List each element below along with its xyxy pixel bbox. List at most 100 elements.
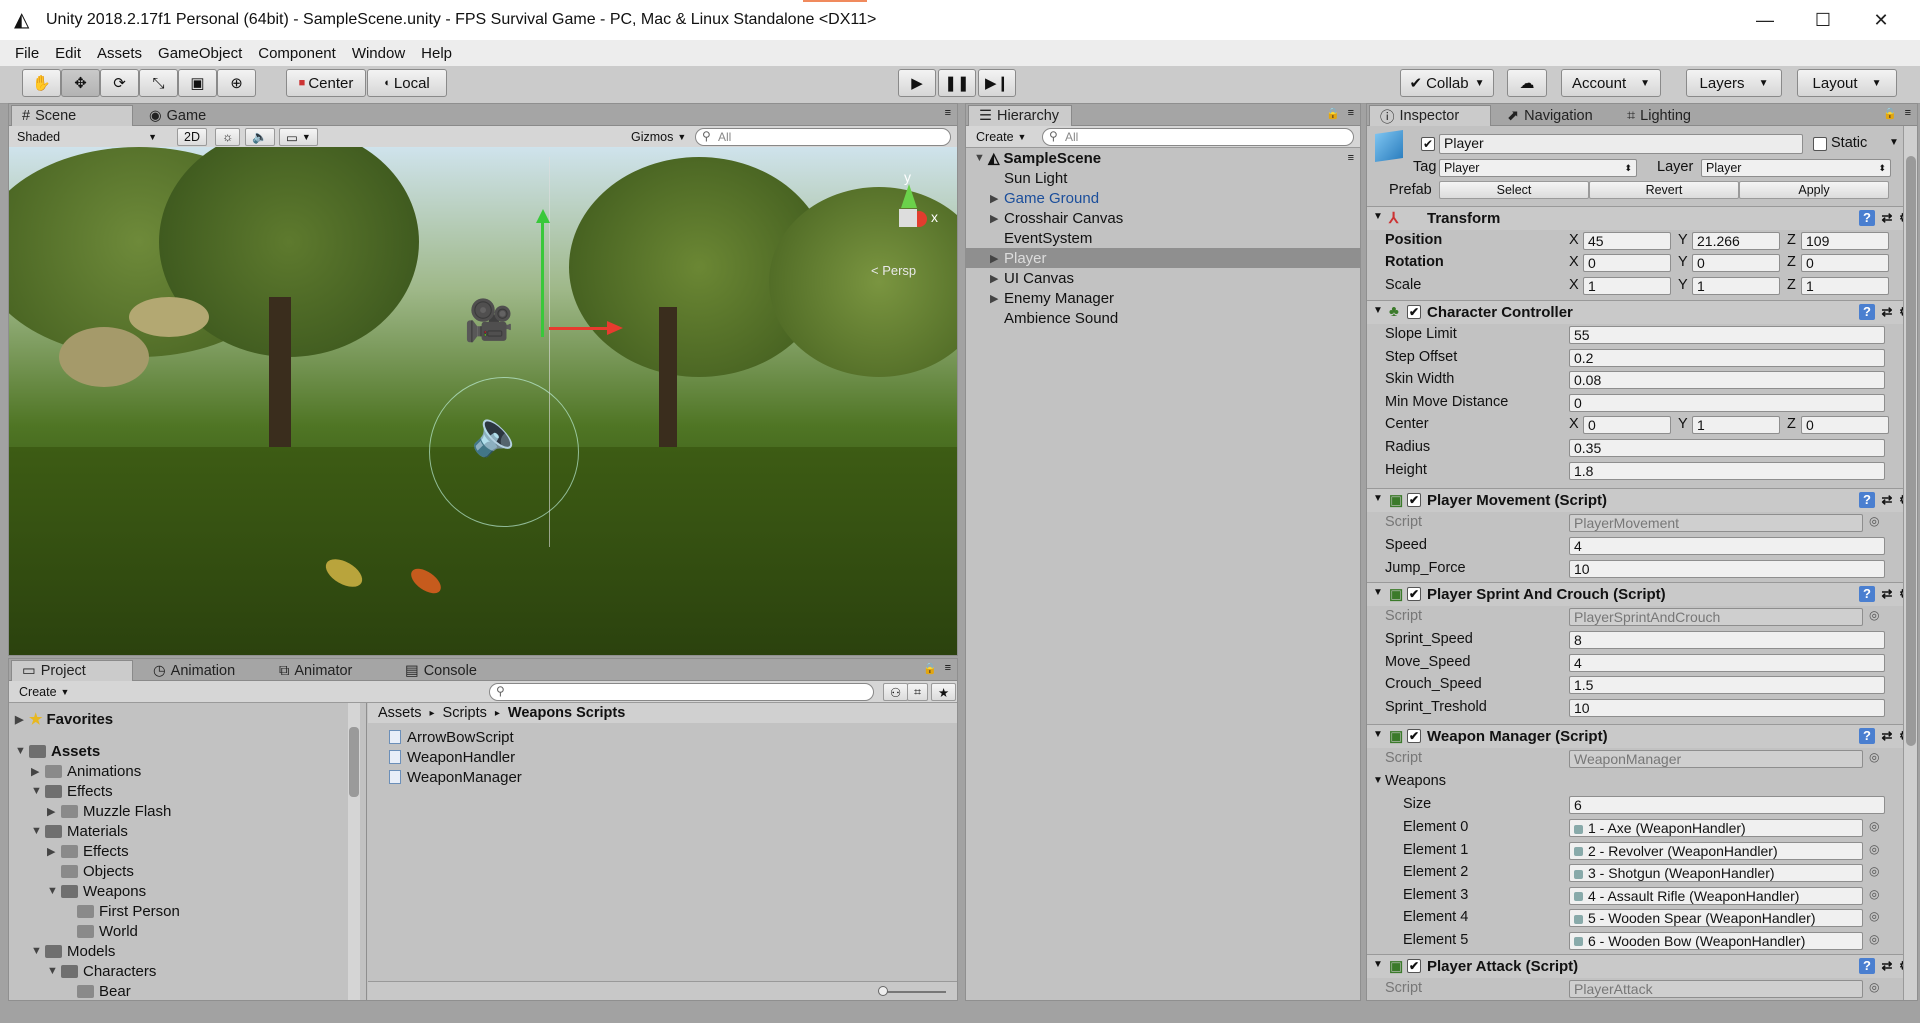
- scene-search-input[interactable]: ⚲ All: [695, 128, 951, 146]
- breadcrumb-weapons-scripts[interactable]: Weapons Scripts: [508, 705, 625, 721]
- lighting-toggle[interactable]: ☼: [215, 128, 241, 146]
- asset-file-item[interactable]: WeaponManager: [389, 767, 522, 787]
- object-picker-icon[interactable]: ◎: [1869, 750, 1879, 764]
- expand-arrow-icon[interactable]: ▼: [31, 825, 45, 837]
- vector-component-field[interactable]: 1: [1583, 277, 1671, 295]
- expand-arrow-icon[interactable]: ▼: [974, 152, 988, 164]
- component-header[interactable]: ▼♣✔Character Controller?⇄⚙: [1367, 300, 1917, 324]
- object-picker-icon[interactable]: ◎: [1869, 819, 1879, 833]
- hierarchy-item[interactable]: ▶ Player: [966, 248, 1360, 268]
- object-picker-icon[interactable]: ◎: [1869, 932, 1879, 946]
- object-picker-icon[interactable]: ◎: [1869, 842, 1879, 856]
- menu-assets[interactable]: Assets: [97, 45, 142, 62]
- component-enabled-checkbox[interactable]: ✔: [1407, 959, 1421, 973]
- expand-arrow-icon[interactable]: ▼: [47, 885, 61, 897]
- pause-button[interactable]: ❚❚: [938, 69, 976, 97]
- value-field[interactable]: 1.8: [1569, 461, 1885, 480]
- vector-component-field[interactable]: 1: [1801, 277, 1889, 295]
- hierarchy-item[interactable]: EventSystem: [966, 228, 1360, 248]
- preset-icon[interactable]: ⇄: [1879, 958, 1895, 974]
- value-field[interactable]: 0.08: [1569, 371, 1885, 389]
- object-reference-field[interactable]: 6 - Wooden Bow (WeaponHandler): [1569, 931, 1863, 950]
- folder-tree-item[interactable]: ▼ Materials: [31, 821, 128, 841]
- folder-tree-item[interactable]: ▶ Animations: [31, 761, 141, 781]
- folder-tree-item[interactable]: ▶ Effects: [47, 841, 129, 861]
- tag-dropdown[interactable]: Player ⬍: [1439, 159, 1637, 177]
- folder-tree-item[interactable]: ▶ Muzzle Flash: [47, 801, 171, 821]
- tab-navigation[interactable]: ⬈ Navigation: [1497, 105, 1603, 126]
- breadcrumb-assets[interactable]: Assets: [378, 705, 422, 721]
- lock-icon[interactable]: 🔒: [1326, 107, 1340, 120]
- object-reference-field[interactable]: 3 - Shotgun (WeaponHandler): [1569, 864, 1863, 882]
- fold-arrow-icon[interactable]: ▼: [1373, 959, 1383, 970]
- tab-console[interactable]: ▤ Console: [395, 660, 487, 681]
- expand-arrow-icon[interactable]: ▼: [15, 745, 29, 757]
- breadcrumb-scripts[interactable]: Scripts: [443, 705, 487, 721]
- component-enabled-checkbox[interactable]: ✔: [1407, 729, 1421, 743]
- maximize-button[interactable]: ☐: [1794, 0, 1852, 40]
- expand-arrow-icon[interactable]: ▶: [990, 292, 1004, 305]
- expand-arrow-icon[interactable]: ▶: [47, 845, 61, 858]
- lock-icon[interactable]: 🔒: [1883, 107, 1897, 120]
- preset-icon[interactable]: ⇄: [1879, 210, 1895, 226]
- tree-scrollbar[interactable]: [348, 703, 360, 1000]
- vector-component-field[interactable]: 0: [1801, 416, 1889, 434]
- value-field[interactable]: 10: [1569, 698, 1885, 717]
- layer-dropdown[interactable]: Player ⬍: [1701, 159, 1891, 177]
- scene-orientation-gizmo[interactable]: y x: [871, 169, 941, 249]
- value-field[interactable]: 0.2: [1569, 348, 1885, 367]
- folder-tree-item[interactable]: First Person: [63, 901, 180, 921]
- vector-component-field[interactable]: 21.266: [1692, 232, 1780, 250]
- hierarchy-item[interactable]: ▶ Enemy Manager: [966, 288, 1360, 308]
- vector-component-field[interactable]: 0: [1583, 416, 1671, 434]
- value-field[interactable]: 55: [1569, 326, 1885, 344]
- object-reference-field[interactable]: 5 - Wooden Spear (WeaponHandler): [1569, 909, 1863, 927]
- layers-dropdown[interactable]: Layers ▼: [1686, 69, 1782, 97]
- hierarchy-item[interactable]: ▶ UI Canvas: [966, 268, 1360, 288]
- fold-arrow-icon[interactable]: ▼: [1373, 305, 1383, 316]
- filter-type-button[interactable]: ⚇: [883, 683, 909, 701]
- tab-game[interactable]: ◉ Game: [139, 105, 216, 126]
- expand-arrow-icon[interactable]: ▼: [47, 965, 61, 977]
- project-search-input[interactable]: ⚲: [489, 683, 874, 701]
- prefab-apply-button[interactable]: Apply: [1739, 181, 1889, 199]
- panel-menu-icon[interactable]: ≡: [945, 662, 951, 674]
- tab-inspector[interactable]: ⓘ Inspector: [1369, 105, 1491, 126]
- expand-arrow-icon[interactable]: ▼: [31, 785, 45, 797]
- audio-source-gizmo-icon[interactable]: 🔈: [471, 407, 526, 459]
- camera-gizmo-icon[interactable]: 🎥: [464, 297, 514, 344]
- move-tool-button[interactable]: ✥: [61, 69, 100, 97]
- component-header[interactable]: ▼▣✔Player Sprint And Crouch (Script)?⇄⚙: [1367, 582, 1917, 606]
- preset-icon[interactable]: ⇄: [1879, 492, 1895, 508]
- shading-mode-dropdown[interactable]: Shaded ▼: [11, 128, 163, 146]
- menu-component[interactable]: Component: [258, 45, 336, 62]
- object-picker-icon[interactable]: ◎: [1869, 864, 1879, 878]
- component-enabled-checkbox[interactable]: ✔: [1407, 305, 1421, 319]
- value-field[interactable]: 0.35: [1569, 439, 1885, 457]
- gizmo-center-cube[interactable]: [899, 209, 917, 227]
- audio-toggle[interactable]: 🔈: [245, 128, 275, 146]
- folder-tree-item[interactable]: Objects: [47, 861, 134, 881]
- help-icon[interactable]: ?: [1859, 304, 1875, 320]
- expand-arrow-icon[interactable]: ▶: [15, 713, 29, 726]
- menu-gameobject[interactable]: GameObject: [158, 45, 242, 62]
- vector-component-field[interactable]: 109: [1801, 232, 1889, 250]
- inspector-scrollbar[interactable]: [1903, 126, 1917, 1000]
- menu-file[interactable]: File: [15, 45, 39, 62]
- folder-tree-item[interactable]: ▼ Effects: [31, 781, 113, 801]
- expand-arrow-icon[interactable]: ▶: [990, 192, 1004, 205]
- menu-help[interactable]: Help: [421, 45, 452, 62]
- collab-dropdown[interactable]: ✔ Collab ▼: [1400, 69, 1494, 97]
- pivot-center-button[interactable]: ■ Center: [286, 69, 366, 97]
- object-reference-field[interactable]: 4 - Assault Rifle (WeaponHandler): [1569, 886, 1863, 905]
- folder-tree-item[interactable]: ▼ Weapons: [47, 881, 146, 901]
- vector-component-field[interactable]: 1: [1692, 416, 1780, 434]
- effects-dropdown[interactable]: ▭ ▼: [279, 128, 318, 146]
- play-button[interactable]: ▶: [898, 69, 936, 97]
- tab-lighting[interactable]: ⌗ Lighting: [1617, 105, 1701, 126]
- fold-arrow-icon[interactable]: ▼: [1373, 587, 1383, 598]
- object-picker-icon[interactable]: ◎: [1869, 887, 1879, 901]
- help-icon[interactable]: ?: [1859, 728, 1875, 744]
- object-name-field[interactable]: Player: [1439, 134, 1803, 154]
- scene-menu-icon[interactable]: ≡: [1348, 152, 1354, 164]
